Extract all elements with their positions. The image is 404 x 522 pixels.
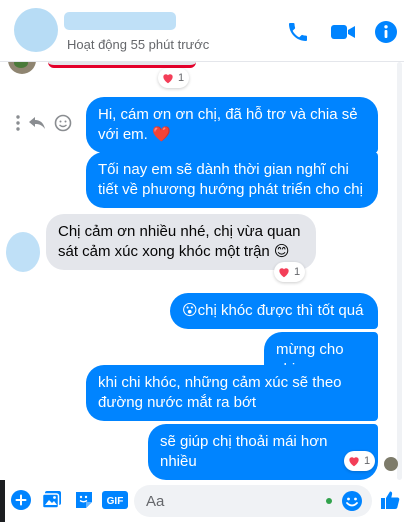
- previous-sender-avatar: [8, 62, 36, 74]
- image-icon[interactable]: [40, 488, 64, 512]
- active-status: Hoạt động 55 phút trước: [67, 37, 210, 52]
- scrollbar[interactable]: [397, 62, 402, 480]
- reaction-count: 1: [364, 455, 371, 467]
- emoji-icon[interactable]: [341, 490, 363, 512]
- react-icon[interactable]: [54, 114, 72, 137]
- video-camera-icon[interactable]: [329, 18, 357, 46]
- info-icon[interactable]: [372, 18, 400, 46]
- heart-icon: [279, 268, 289, 278]
- messenger-chat-window: Hoạt động 55 phút trước 1 Hi, cám ơn ơn …: [0, 0, 404, 522]
- message-input[interactable]: [134, 485, 324, 517]
- message-bubble-outgoing[interactable]: khi chi khóc, những cảm xúc sẽ theo đườn…: [86, 365, 378, 421]
- status-dot: [326, 498, 332, 504]
- reaction-count: 1: [178, 72, 185, 84]
- message-bubble-outgoing[interactable]: 😮chị khóc được thì tốt quá: [170, 293, 378, 329]
- more-icon[interactable]: [16, 114, 20, 136]
- reply-icon[interactable]: [28, 115, 46, 136]
- window-edge: [0, 480, 5, 522]
- gif-icon[interactable]: GIF: [102, 488, 128, 512]
- contact-name-redacted[interactable]: [64, 12, 176, 30]
- sender-avatar[interactable]: [6, 232, 40, 272]
- reaction-badge[interactable]: 1: [274, 262, 306, 282]
- phone-icon[interactable]: [284, 18, 312, 46]
- message-bubble-outgoing[interactable]: Tối nay em sẽ dành thời gian nghĩ chi ti…: [86, 152, 378, 208]
- reaction-count: 1: [294, 266, 301, 278]
- message-bubble-outgoing[interactable]: sẽ giúp chị thoải mái hơn nhiều: [148, 424, 378, 480]
- heart-icon: [163, 74, 173, 84]
- chat-header: Hoạt động 55 phút trước: [0, 0, 404, 62]
- message-list[interactable]: 1 Hi, cám ơn ơn chị, đã hỗ trơ và chia s…: [0, 62, 404, 480]
- message-composer: GIF: [0, 480, 404, 522]
- reaction-badge[interactable]: 1: [344, 451, 376, 471]
- svg-text:GIF: GIF: [107, 496, 124, 507]
- contact-avatar[interactable]: [14, 8, 58, 52]
- message-bubble-incoming[interactable]: Chị cảm ơn nhiều nhé, chị vừa quan sát c…: [46, 214, 316, 270]
- message-bubble-outgoing[interactable]: Hi, cám ơn ơn chị, đã hỗ trơ và chia sẻ …: [86, 97, 378, 153]
- sticker-icon[interactable]: [72, 488, 96, 512]
- message-actions: [16, 114, 78, 136]
- message-input-box[interactable]: [134, 485, 372, 517]
- plus-icon[interactable]: [9, 488, 33, 512]
- heart-icon: [349, 457, 359, 467]
- reaction-badge[interactable]: 1: [158, 68, 190, 88]
- seen-indicator-avatar: [384, 457, 398, 471]
- thumbs-up-icon[interactable]: [378, 488, 402, 512]
